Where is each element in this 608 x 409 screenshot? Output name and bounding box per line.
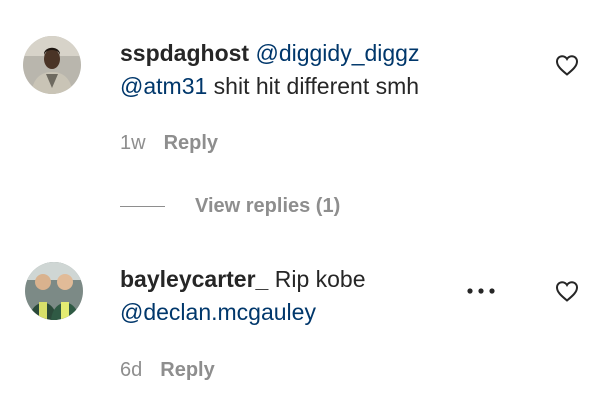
avatar[interactable] [23, 36, 81, 94]
comment-item: sspdaghost @diggidy_diggz @atm31 shit hi… [0, 0, 608, 230]
comment-username[interactable]: sspdaghost [120, 40, 249, 66]
comment-meta: 6d Reply [120, 358, 215, 382]
comment-mention[interactable]: @diggidy_diggz [255, 40, 419, 66]
comment-body: shit hit different smh [213, 73, 420, 99]
avatar[interactable] [25, 262, 83, 320]
view-replies-button[interactable]: View replies (1) [195, 194, 340, 218]
reply-button[interactable]: Reply [164, 132, 218, 154]
comment-timestamp[interactable]: 1w [120, 132, 146, 154]
comment-mention[interactable]: @atm31 [120, 73, 207, 99]
comment-text: bayleycarter_ Rip kobe @declan.mcgauley [120, 263, 366, 329]
replies-divider [120, 206, 165, 207]
heart-outline-icon[interactable] [555, 280, 579, 302]
comment-timestamp[interactable]: 6d [120, 359, 142, 381]
comment-mention[interactable]: @declan.mcgauley [120, 299, 316, 325]
comment-item: bayleycarter_ Rip kobe @declan.mcgauley … [0, 230, 608, 409]
comment-meta: 1w Reply [120, 131, 218, 155]
comment-text: sspdaghost @diggidy_diggz @atm31 shit hi… [120, 37, 419, 103]
comment-username[interactable]: bayleycarter_ [120, 266, 268, 292]
comment-body: Rip kobe [274, 266, 366, 292]
more-options-icon[interactable] [466, 287, 496, 295]
reply-button[interactable]: Reply [160, 359, 214, 381]
heart-outline-icon[interactable] [555, 54, 579, 76]
